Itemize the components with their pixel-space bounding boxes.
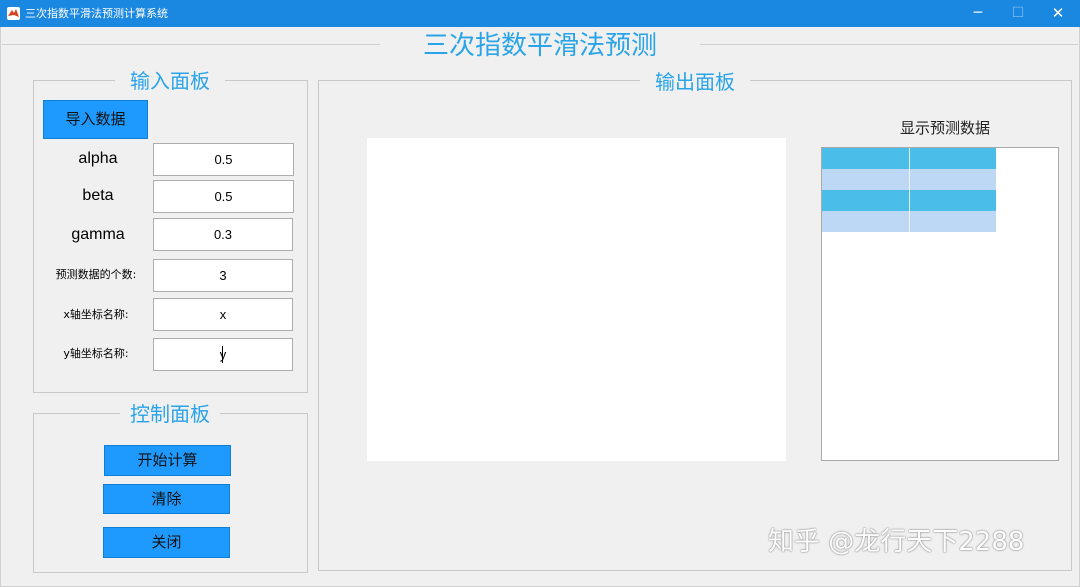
- gamma-input[interactable]: 0.3: [153, 218, 293, 251]
- start-calculation-button[interactable]: 开始计算: [104, 445, 231, 476]
- text-cursor: [222, 346, 223, 363]
- table-cell[interactable]: [822, 169, 910, 190]
- input-panel-title: 输入面板: [115, 68, 225, 94]
- maximize-button[interactable]: ☐: [998, 0, 1038, 27]
- beta-input[interactable]: 0.5: [153, 180, 294, 213]
- table-cell[interactable]: [822, 190, 910, 211]
- forecast-count-label: 预测数据的个数:: [55, 268, 137, 281]
- table-cell[interactable]: [910, 211, 996, 232]
- y-axis-name-label: y轴坐标名称:: [63, 347, 129, 360]
- minimize-button[interactable]: ─: [958, 0, 998, 27]
- import-data-button[interactable]: 导入数据: [43, 100, 148, 139]
- close-button[interactable]: 关闭: [103, 527, 230, 558]
- output-panel-title: 输出面板: [640, 69, 750, 95]
- forecast-count-input[interactable]: 3: [153, 259, 293, 292]
- table-row[interactable]: [822, 169, 996, 190]
- plot-axes-area: [367, 138, 786, 461]
- table-row[interactable]: [822, 211, 996, 232]
- table-row[interactable]: [822, 190, 996, 211]
- clear-button[interactable]: 清除: [103, 484, 230, 514]
- table-cell[interactable]: [910, 148, 996, 169]
- x-axis-name-input[interactable]: x: [153, 298, 293, 331]
- table-cell[interactable]: [910, 190, 996, 211]
- alpha-input[interactable]: 0.5: [153, 143, 294, 176]
- main-title: 三次指数平滑法预测: [380, 28, 700, 64]
- x-axis-name-label: x轴坐标名称:: [63, 308, 129, 321]
- table-body: [822, 148, 996, 232]
- beta-label: beta: [82, 187, 114, 204]
- gamma-label: gamma: [71, 226, 125, 243]
- window-title: 三次指数平滑法预测计算系统: [25, 7, 168, 20]
- matlab-app-icon: [7, 7, 20, 20]
- watermark-text: 知乎 @龙行天下2288: [768, 527, 1025, 557]
- table-cell[interactable]: [822, 148, 910, 169]
- control-panel-title: 控制面板: [120, 401, 220, 427]
- y-axis-name-input[interactable]: y: [153, 338, 293, 371]
- close-window-button[interactable]: ✕: [1038, 0, 1078, 27]
- forecast-table-title: 显示预测数据: [899, 119, 990, 137]
- forecast-data-table[interactable]: [821, 147, 1059, 461]
- table-cell[interactable]: [910, 169, 996, 190]
- alpha-label: alpha: [78, 150, 118, 167]
- table-cell[interactable]: [822, 211, 910, 232]
- table-row[interactable]: [822, 148, 996, 169]
